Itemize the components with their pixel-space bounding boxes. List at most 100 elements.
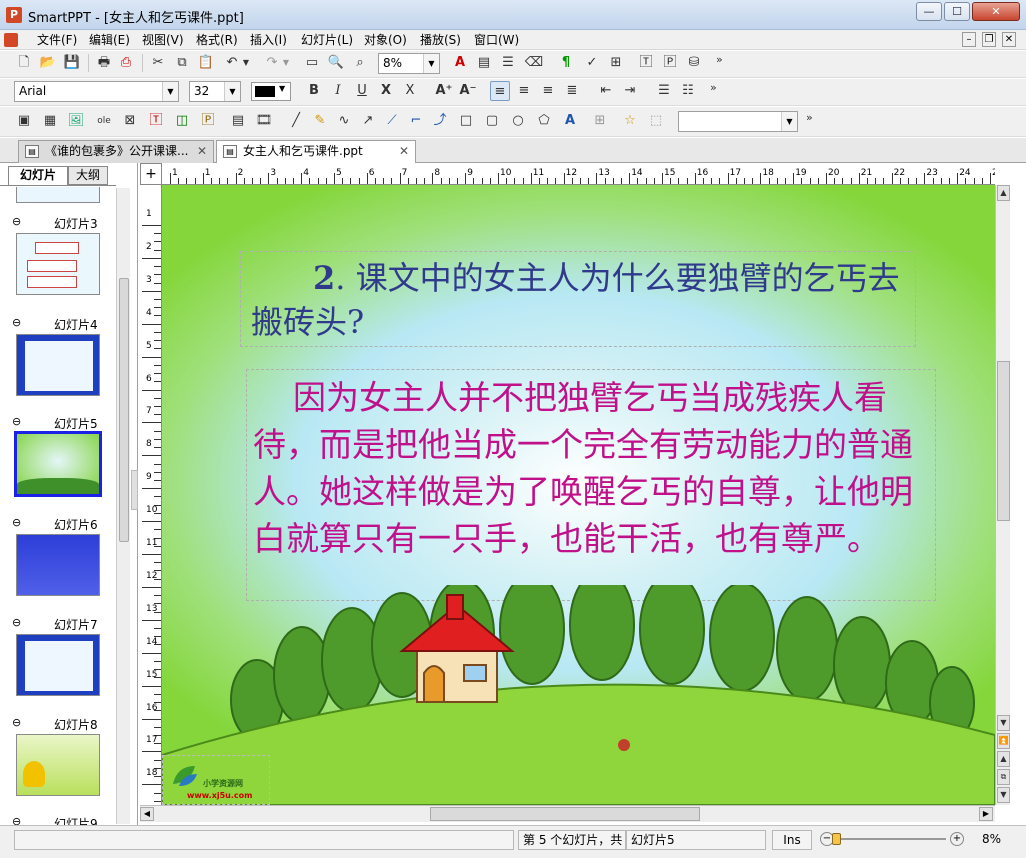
pen-icon[interactable]: ✎	[310, 111, 330, 131]
chevron-down-icon[interactable]: ▼	[224, 82, 240, 101]
menu-play[interactable]: 播放(S)	[417, 31, 464, 49]
slides-panel-scrollbar[interactable]	[116, 188, 130, 824]
answer-text-box[interactable]: 因为女主人并不把独臂乞丐当成残疾人看待，而是把他当成一个完全有劳动能力的普通人。…	[246, 369, 936, 601]
doc-minimize-button[interactable]: –	[962, 32, 976, 47]
align-left-icon[interactable]: ≡	[490, 81, 510, 101]
clear-format-icon[interactable]: X	[400, 81, 420, 101]
tab-current-document[interactable]: ▤ 女主人和乞丐课件.ppt ✕	[216, 140, 416, 164]
shrink-font-icon[interactable]: A⁻	[458, 81, 478, 101]
align-right-icon[interactable]: ≡	[538, 81, 558, 101]
copy-slide-icon[interactable]: ⧉	[997, 769, 1010, 785]
toolbar-overflow-button[interactable]: »	[806, 111, 813, 124]
align-center-icon[interactable]: ≡	[514, 81, 534, 101]
toolbar-overflow-button[interactable]: »	[716, 53, 723, 66]
shapes-icon[interactable]: ⬠	[534, 111, 554, 131]
paragraph-mark-icon[interactable]: ¶	[556, 53, 576, 73]
list-icon[interactable]: ☰	[498, 53, 518, 73]
cut-icon[interactable]: ✂	[148, 53, 168, 73]
redo-icon[interactable]: ↷	[262, 53, 282, 73]
menu-insert[interactable]: 插入(I)	[247, 31, 290, 49]
slide-thumbnail-4[interactable]	[16, 334, 100, 396]
menu-window[interactable]: 窗口(W)	[471, 31, 522, 49]
template-icon[interactable]: 🅃	[636, 53, 656, 73]
horizontal-scrollbar[interactable]: ◀ ▶	[140, 805, 995, 822]
underline-icon[interactable]: U	[352, 81, 372, 101]
group-icon[interactable]: ⊞	[590, 111, 610, 131]
tab-slides[interactable]: 幻灯片	[8, 166, 68, 185]
slide-thumbnail-3[interactable]	[16, 233, 100, 295]
insert-mode[interactable]: Ins	[772, 830, 812, 850]
scroll-thumb[interactable]	[430, 807, 700, 821]
scroll-right-icon[interactable]: ▶	[979, 807, 993, 821]
text-color-a-icon[interactable]: A	[450, 53, 470, 73]
zoom-slider[interactable]	[836, 838, 946, 840]
curve-icon[interactable]: ∿	[334, 111, 354, 131]
pdf-icon[interactable]: ⎙	[116, 53, 136, 73]
format-brush-icon[interactable]: ▤	[474, 53, 494, 73]
menu-object[interactable]: 对象(O)	[361, 31, 410, 49]
justify-icon[interactable]: ≣	[562, 81, 582, 101]
next-slide-icon[interactable]: ▼	[997, 787, 1010, 803]
bullet-list-icon[interactable]: ☰	[654, 81, 674, 101]
chevron-down-icon[interactable]: ▼	[781, 112, 797, 131]
movie-icon[interactable]: 🎞	[254, 111, 274, 131]
slide-thumbnail-8[interactable]	[16, 734, 100, 796]
rounded-rect-icon[interactable]: ▢	[482, 111, 502, 131]
chevron-down-icon[interactable]: ▼	[162, 82, 178, 101]
ellipse-icon[interactable]: ○	[508, 111, 528, 131]
paste-icon[interactable]: 📋	[196, 53, 216, 73]
slide-item-9[interactable]: ⊖ 幻灯片9	[12, 815, 102, 825]
slide-thumbnail-7[interactable]	[16, 634, 100, 696]
slide-thumbnail-5-selected[interactable]	[14, 431, 102, 497]
chevron-down-icon[interactable]: ▼	[423, 54, 439, 73]
menu-format[interactable]: 格式(R)	[193, 31, 241, 49]
page-number-icon[interactable]: 🄿	[198, 111, 218, 131]
undo-icon[interactable]: ↶	[222, 53, 242, 73]
eraser-icon[interactable]: ⌫	[524, 53, 544, 73]
scroll-left-icon[interactable]: ◀	[140, 807, 154, 821]
star-icon[interactable]: ☆	[620, 111, 640, 131]
scroll-thumb[interactable]	[119, 278, 129, 542]
zoom-slider-thumb[interactable]	[832, 833, 841, 845]
copy-icon[interactable]: ⧉	[172, 53, 192, 73]
line-icon[interactable]: ╱	[286, 111, 306, 131]
close-icon[interactable]: ✕	[399, 141, 409, 162]
rectangle-icon[interactable]: □	[456, 111, 476, 131]
first-slide-icon[interactable]: ⏫	[997, 733, 1010, 749]
page-setup-icon[interactable]: ▭	[302, 53, 322, 73]
new-icon[interactable]: 🗋	[14, 53, 34, 73]
connector-icon[interactable]: ⟋	[382, 111, 402, 131]
arrow-icon[interactable]: ↗	[358, 111, 378, 131]
zoom-in-icon[interactable]: +	[950, 832, 964, 846]
menu-file[interactable]: 文件(F)	[34, 31, 80, 49]
indent-decrease-icon[interactable]: ⇤	[596, 81, 616, 101]
date-icon[interactable]: ◫	[172, 111, 192, 131]
slide-canvas[interactable]: 2. 课文中的女主人为什么要独臂的乞丐去搬砖头? 因为女主人并不把独臂乞丐当成残…	[162, 185, 995, 805]
font-color-picker[interactable]: ▼	[251, 82, 291, 101]
text-box-icon[interactable]: ▣	[14, 111, 34, 131]
close-button[interactable]: ✕	[972, 2, 1020, 21]
curved-connector-icon[interactable]: ⤴	[430, 111, 450, 131]
size-select[interactable]: 32 ▼	[189, 81, 241, 102]
toolbar-overflow-button[interactable]: »	[710, 81, 717, 94]
find-icon[interactable]: ⌕	[350, 53, 370, 73]
numbered-list-icon[interactable]: ☷	[678, 81, 698, 101]
print-icon[interactable]: 🖶	[94, 53, 114, 73]
question-text-box[interactable]: 2. 课文中的女主人为什么要独臂的乞丐去搬砖头?	[240, 251, 916, 347]
strikethrough-icon[interactable]: X	[376, 81, 396, 101]
minimize-button[interactable]: —	[916, 2, 942, 21]
scroll-thumb[interactable]	[997, 361, 1010, 521]
maximize-button[interactable]: ☐	[944, 2, 970, 21]
text-frame-icon[interactable]: 🅃	[146, 111, 166, 131]
menu-view[interactable]: 视图(V)	[139, 31, 187, 49]
bold-icon[interactable]: B	[304, 81, 324, 101]
zoom-in-icon[interactable]: 🔍	[326, 53, 346, 73]
scroll-up-icon[interactable]: ▲	[997, 185, 1010, 201]
site-logo[interactable]: 小学资源网 www.xj5u.com	[162, 755, 270, 805]
database-icon[interactable]: ⛁	[684, 53, 704, 73]
slide-thumbnail-2[interactable]	[16, 187, 100, 203]
select-icon[interactable]: ⬚	[646, 111, 666, 131]
picture-icon[interactable]: 🖼	[66, 111, 86, 131]
word-count-icon[interactable]: ⊞	[606, 53, 626, 73]
chart-icon[interactable]: ⊠	[120, 111, 140, 131]
